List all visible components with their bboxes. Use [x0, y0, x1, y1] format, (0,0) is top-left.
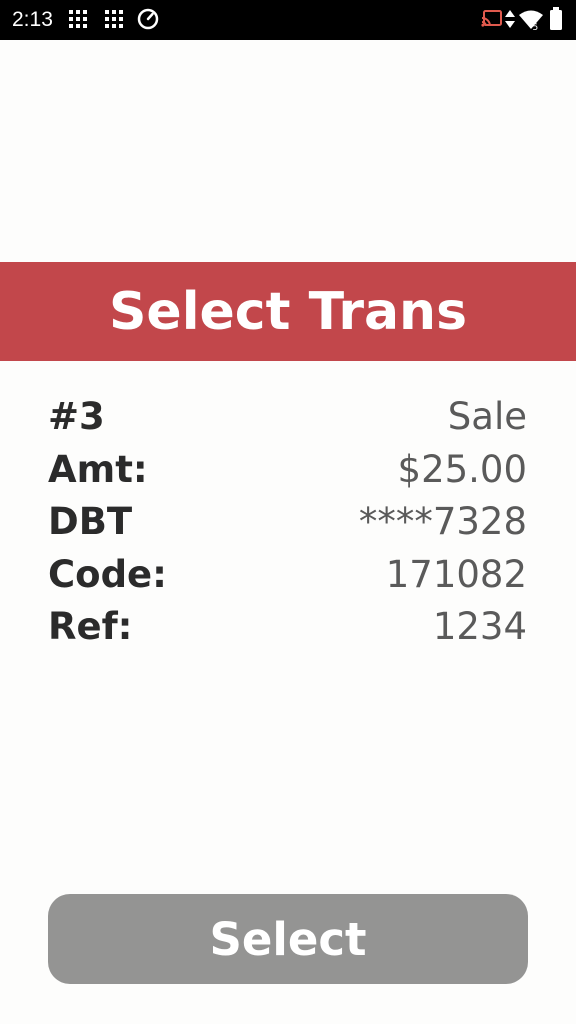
amount-value: $25.00	[397, 447, 527, 491]
ref-row: Ref: 1234	[48, 602, 527, 655]
page-title: Select Trans	[108, 281, 468, 342]
select-button[interactable]: Select	[48, 894, 528, 984]
amount-row: Amt: $25.00	[48, 445, 527, 498]
grid-icon	[105, 10, 123, 28]
cast-icon	[481, 10, 502, 27]
transaction-type-value: Sale	[447, 395, 527, 438]
code-row: Code: 171082	[48, 550, 527, 603]
status-bar: 2:13 5	[0, 0, 576, 40]
wifi-badge: 5	[533, 23, 539, 31]
gauge-icon	[137, 8, 159, 30]
amount-label: Amt:	[48, 447, 148, 491]
transaction-details: #3 Sale Amt: $25.00 DBT ****7328 Code: 1…	[48, 392, 527, 655]
grid-icon	[69, 10, 87, 28]
code-label: Code:	[48, 552, 167, 596]
card-number-value: ****7328	[358, 500, 527, 543]
transaction-number-label: #3	[48, 395, 105, 438]
transaction-number-row: #3 Sale	[48, 392, 527, 445]
card-row: DBT ****7328	[48, 497, 527, 550]
code-value: 171082	[385, 552, 527, 596]
battery-icon	[550, 7, 562, 30]
wifi-icon: 5	[519, 10, 543, 31]
ref-value: 1234	[432, 605, 527, 648]
card-type-label: DBT	[48, 500, 133, 543]
data-arrows-icon	[505, 10, 515, 28]
ref-label: Ref:	[48, 605, 133, 648]
status-time: 2:13	[12, 8, 53, 31]
header-banner: Select Trans	[0, 262, 576, 361]
